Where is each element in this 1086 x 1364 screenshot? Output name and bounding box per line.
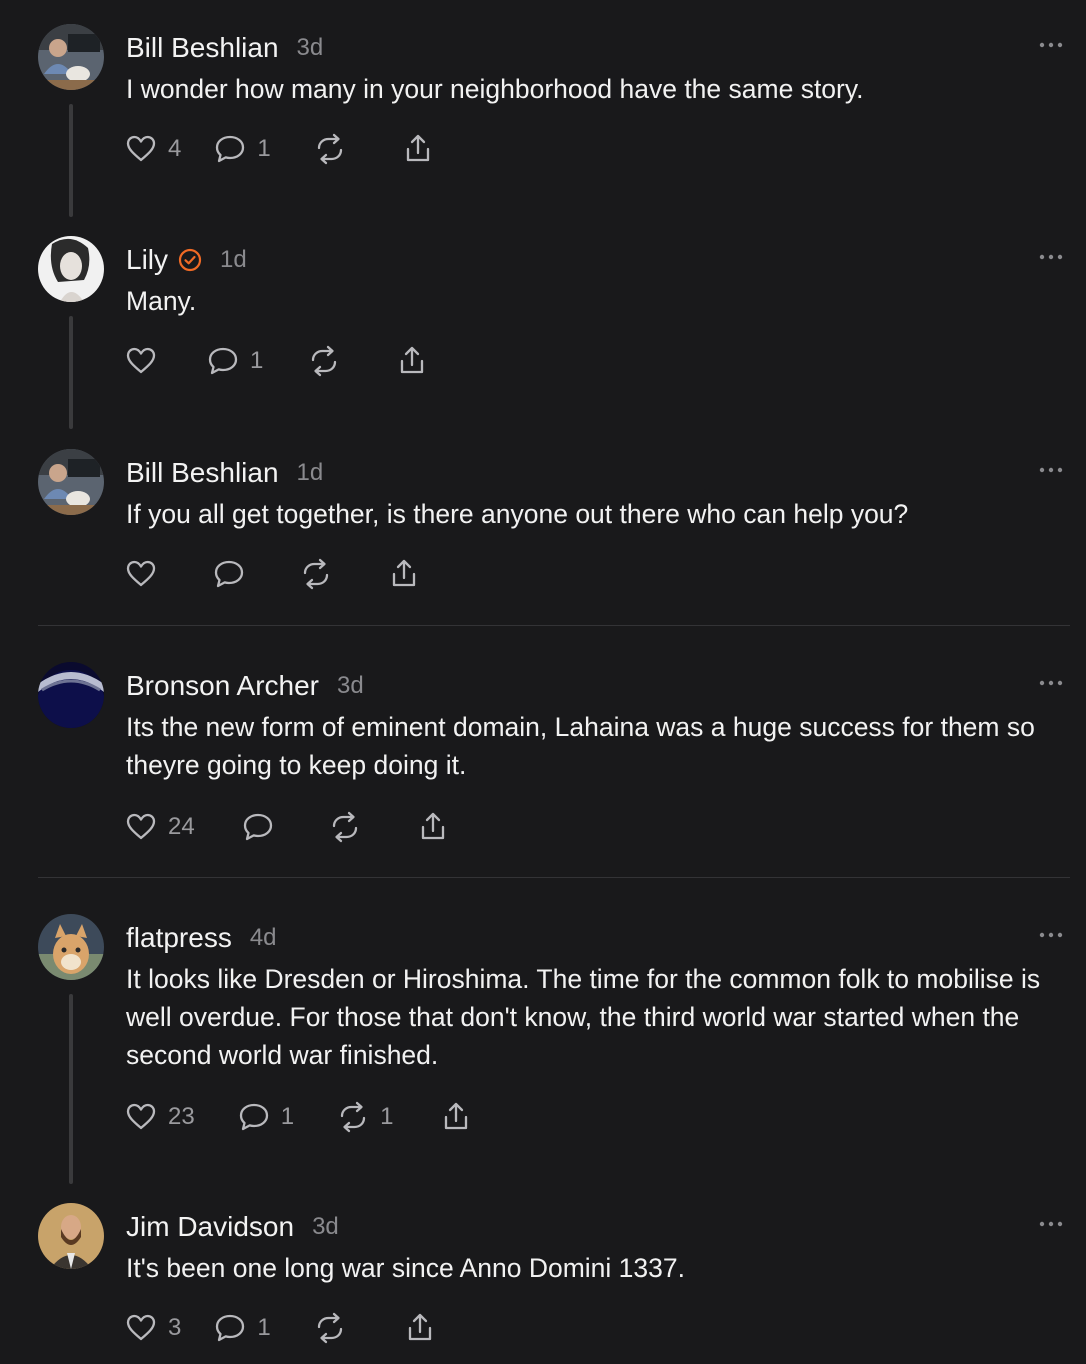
post-text: If you all get together, is there anyone… — [126, 499, 909, 529]
more-options-icon[interactable] — [1038, 40, 1064, 50]
post-text: Many. — [126, 286, 197, 316]
reply-button[interactable]: 1 — [237, 1100, 294, 1134]
post-divider — [38, 625, 1070, 626]
thread-line — [69, 994, 73, 1184]
avatar[interactable] — [38, 1203, 104, 1269]
author-name[interactable]: Lily — [126, 244, 168, 276]
repost-button[interactable] — [307, 344, 341, 378]
more-options-icon[interactable] — [1038, 930, 1064, 940]
share-icon — [408, 1313, 431, 1341]
share-button[interactable] — [439, 1100, 473, 1134]
avatar[interactable] — [38, 24, 104, 90]
share-button[interactable] — [416, 810, 450, 844]
repost-icon — [312, 345, 337, 377]
avatar-image — [38, 449, 104, 515]
post-text: Its the new form of eminent domain, Laha… — [126, 712, 1043, 780]
avatar[interactable] — [38, 662, 104, 728]
share-icon — [421, 812, 444, 840]
repost-button[interactable]: 1 — [336, 1100, 393, 1134]
reply-button[interactable] — [212, 557, 246, 591]
share-icon — [445, 1102, 468, 1130]
author-name[interactable]: Bill Beshlian — [126, 457, 279, 489]
reply-count: 1 — [250, 347, 264, 374]
repost-icon — [332, 811, 357, 843]
comment-bubble-icon — [216, 1314, 245, 1342]
heart-icon — [126, 1314, 156, 1341]
avatar-image — [38, 236, 104, 302]
repost-button[interactable] — [328, 810, 362, 844]
repost-button[interactable] — [313, 1311, 347, 1345]
share-button[interactable] — [401, 132, 435, 166]
more-options-icon[interactable] — [1038, 1219, 1064, 1229]
post-time: 1d — [296, 459, 324, 486]
heart-icon — [126, 560, 156, 587]
repost-count: 1 — [380, 1103, 394, 1130]
post-time: 1d — [220, 246, 247, 273]
repost-icon — [303, 558, 329, 590]
author-name[interactable]: Bronson Archer — [126, 670, 319, 702]
like-button[interactable] — [124, 344, 158, 378]
like-button[interactable]: 3 — [124, 1311, 181, 1345]
like-button[interactable]: 23 — [124, 1100, 195, 1134]
like-button[interactable] — [124, 557, 158, 591]
reply-count: 1 — [257, 1314, 271, 1341]
comment-bubble-icon — [239, 1103, 268, 1131]
repost-icon — [317, 133, 342, 165]
post-divider — [38, 877, 1070, 878]
avatar[interactable] — [38, 449, 104, 515]
repost-icon — [317, 1312, 342, 1344]
more-options-icon[interactable] — [1038, 465, 1064, 475]
reply-count: 1 — [280, 1103, 295, 1130]
thread-line — [69, 316, 73, 429]
like-count: 23 — [168, 1103, 195, 1130]
comment-bubble-icon — [214, 560, 244, 588]
avatar-image — [38, 1203, 104, 1269]
post-time: 3d — [296, 34, 324, 61]
heart-icon — [126, 135, 156, 162]
comment-bubble-icon — [243, 813, 272, 841]
comment-bubble-icon — [216, 135, 245, 163]
reply-button[interactable]: 1 — [213, 1311, 271, 1345]
post-text: It looks like Dresden or Hiroshima. The … — [126, 964, 1048, 1070]
avatar[interactable] — [38, 236, 104, 302]
share-icon — [392, 559, 416, 587]
avatar-image — [38, 914, 104, 980]
more-options-icon[interactable] — [1038, 252, 1064, 262]
reply-count: 1 — [257, 135, 271, 162]
thread-line — [69, 104, 73, 217]
share-button[interactable] — [387, 557, 421, 591]
avatar[interactable] — [38, 914, 104, 980]
repost-button[interactable] — [313, 132, 347, 166]
like-button[interactable]: 4 — [124, 132, 181, 166]
share-button[interactable] — [395, 344, 429, 378]
author-name[interactable]: flatpress — [126, 922, 232, 954]
repost-icon — [340, 1101, 366, 1133]
post-text: It's been one long war since Anno Domini… — [126, 1253, 685, 1283]
share-icon — [406, 134, 429, 162]
avatar-image — [38, 24, 104, 90]
post-time: 4d — [249, 924, 277, 951]
post-text: I wonder how many in your neighborhood h… — [126, 74, 864, 104]
repost-button[interactable] — [299, 557, 333, 591]
heart-icon — [126, 1103, 156, 1130]
comment-bubble-icon — [208, 347, 238, 375]
heart-icon — [126, 813, 156, 840]
reply-button[interactable] — [241, 810, 275, 844]
verified-badge-icon — [178, 248, 202, 272]
like-count: 24 — [168, 813, 195, 840]
post-time: 3d — [337, 672, 364, 699]
reply-button[interactable]: 1 — [213, 132, 271, 166]
like-count: 4 — [168, 135, 182, 162]
post-time: 3d — [312, 1213, 339, 1240]
reply-button[interactable]: 1 — [206, 344, 263, 378]
author-name[interactable]: Bill Beshlian — [126, 32, 279, 64]
like-count: 3 — [168, 1314, 182, 1341]
avatar-image — [38, 662, 104, 728]
author-name[interactable]: Jim Davidson — [126, 1211, 294, 1243]
like-button[interactable]: 24 — [124, 810, 195, 844]
heart-icon — [126, 347, 156, 374]
share-icon — [401, 346, 424, 374]
more-options-icon[interactable] — [1038, 678, 1064, 688]
share-button[interactable] — [403, 1311, 437, 1345]
